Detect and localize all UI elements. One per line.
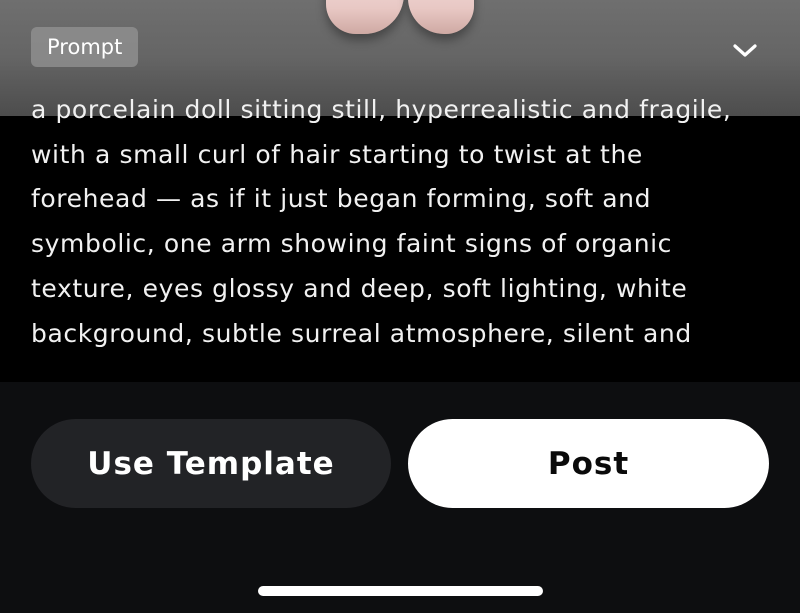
- doll-right-foot: [408, 0, 474, 34]
- home-indicator[interactable]: [258, 586, 543, 596]
- chevron-down-icon: [733, 44, 757, 57]
- prompt-panel: a porcelain doll sitting still, hyperrea…: [0, 95, 800, 382]
- collapse-button[interactable]: [724, 30, 766, 72]
- post-button[interactable]: Post: [408, 419, 769, 508]
- doll-left-foot: [326, 0, 404, 34]
- post-detail-screen: Prompt a porcelain doll sitting still, h…: [0, 0, 800, 613]
- prompt-badge: Prompt: [31, 27, 139, 67]
- prompt-text: a porcelain doll sitting still, hyperrea…: [31, 95, 732, 348]
- use-template-button[interactable]: Use Template: [31, 419, 391, 508]
